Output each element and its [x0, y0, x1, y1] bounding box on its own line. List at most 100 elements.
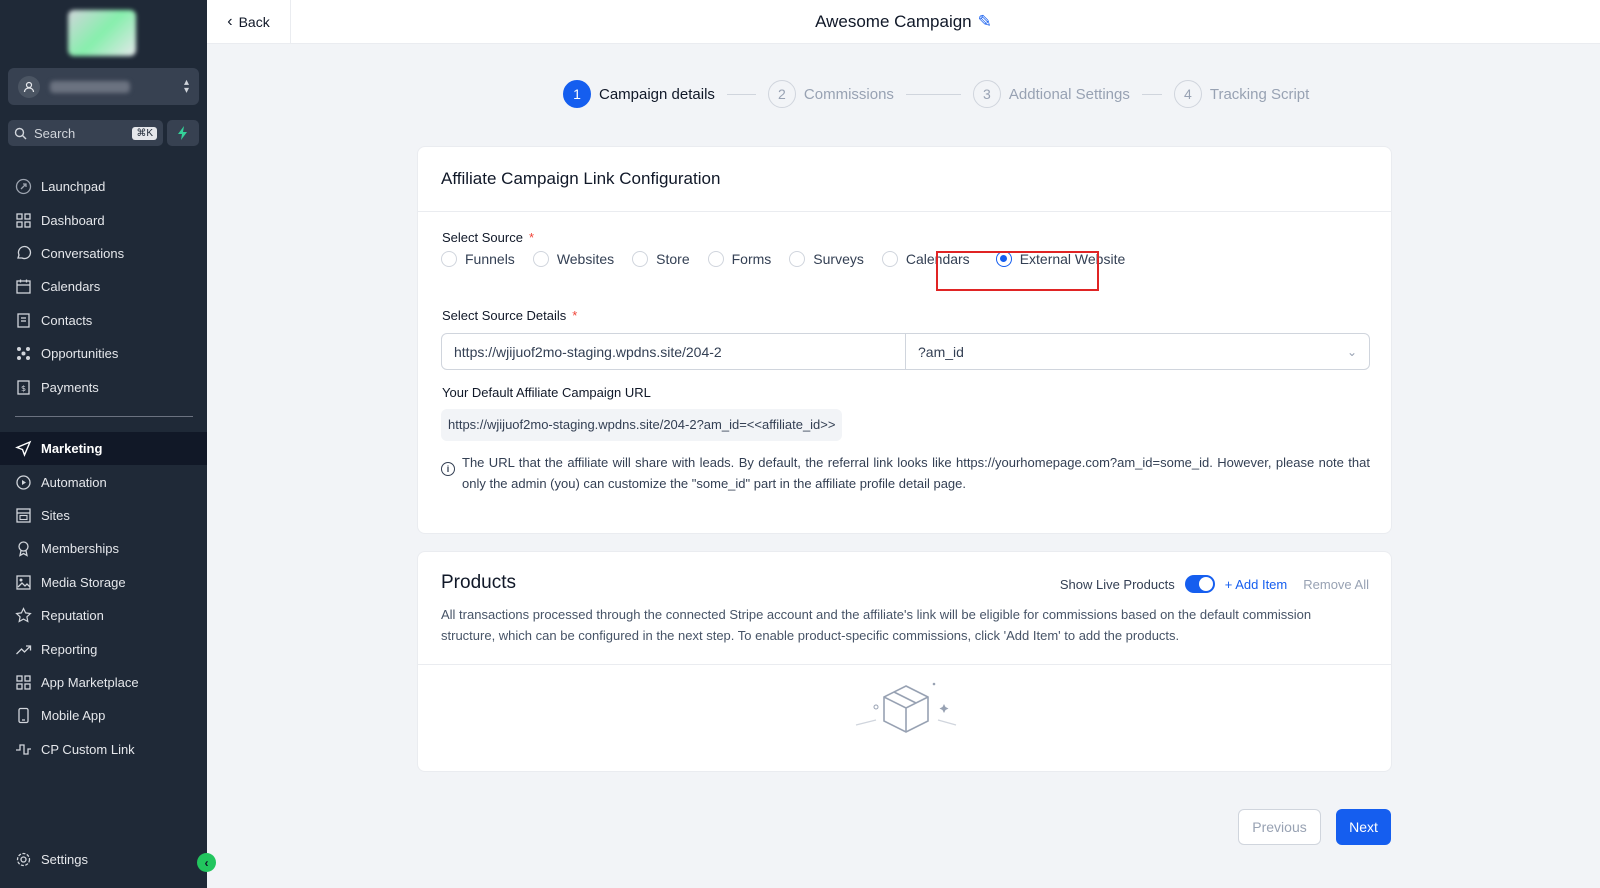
show-live-label: Show Live Products: [1059, 576, 1175, 592]
gear-icon: [16, 853, 31, 867]
campaign-title: Awesome Campaign: [815, 12, 972, 31]
apps-icon: [16, 675, 31, 690]
page-title: Awesome Campaign ✎: [207, 12, 1600, 32]
step-label: Campaign details: [599, 85, 715, 103]
selection-highlight: [936, 251, 1099, 291]
sidebar-item-reporting[interactable]: Reporting: [0, 632, 207, 665]
info-icon: i: [441, 462, 455, 476]
param-select[interactable]: ?am_id ⌄: [906, 334, 1369, 369]
chevron-updown-icon: ▴ ▾: [183, 76, 189, 96]
sidebar-item-launchpad[interactable]: Launchpad: [0, 170, 207, 203]
radio-circle: [441, 251, 457, 267]
sidebar-item-opportunities[interactable]: Opportunities: [0, 337, 207, 370]
products-divider: [418, 664, 1391, 665]
sidebar-item-label: Media Storage: [41, 574, 126, 590]
default-url-label: Your Default Affiliate Campaign URL: [442, 385, 651, 400]
radio-label: Funnels: [465, 251, 515, 267]
remove-all-button[interactable]: Remove All: [1303, 577, 1369, 592]
radio-label: Surveys: [813, 251, 864, 267]
calendar-icon: [16, 279, 31, 295]
sidebar-item-dashboard[interactable]: Dashboard: [0, 203, 207, 236]
products-title: Products: [441, 572, 516, 593]
sidebar-nav-top: Launchpad Dashboard Conversations Calend…: [0, 170, 207, 404]
sidebar-item-reputation[interactable]: Reputation: [0, 599, 207, 632]
sidebar-item-mobile-app[interactable]: Mobile App: [0, 699, 207, 732]
default-campaign-url[interactable]: https://wjijuof2mo-staging.wpdns.site/20…: [441, 409, 843, 441]
sidebar-item-label: Automation: [41, 474, 107, 490]
sidebar-item-label: Reputation: [41, 608, 104, 624]
step-commissions[interactable]: 2 Commissions: [767, 80, 894, 108]
rocket-icon: [15, 179, 32, 195]
chevron-down-icon: ⌄: [1346, 344, 1357, 359]
sidebar-item-media-storage[interactable]: Media Storage: [0, 566, 207, 599]
contacts-icon: [17, 313, 30, 328]
source-url-input[interactable]: https://wjijuof2mo-staging.wpdns.site/20…: [442, 334, 906, 369]
step-campaign-details[interactable]: 1 Campaign details: [563, 80, 715, 108]
radio-store[interactable]: Store: [632, 251, 690, 267]
previous-button[interactable]: Previous: [1238, 809, 1321, 845]
sidebar-item-label: Launchpad: [41, 179, 106, 195]
sidebar-nav-bottom: Marketing Automation Sites Memberships M…: [0, 432, 207, 766]
search-icon: [14, 127, 27, 139]
automation-icon: [16, 474, 31, 490]
add-item-button[interactable]: + Add Item: [1225, 577, 1288, 592]
sidebar-item-label: App Marketplace: [41, 674, 139, 690]
sidebar-item-marketing[interactable]: Marketing: [0, 432, 207, 466]
sidebar-item-cp-custom-link[interactable]: CP Custom Link: [0, 733, 207, 766]
sidebar-item-label: Sites: [41, 507, 70, 523]
sidebar-item-memberships[interactable]: Memberships: [0, 532, 207, 565]
sidebar-item-payments[interactable]: $ Payments: [0, 370, 207, 403]
sidebar-item-conversations[interactable]: Conversations: [0, 237, 207, 270]
next-button[interactable]: Next: [1336, 809, 1391, 845]
account-name: [50, 80, 130, 93]
step-number: 4: [1173, 80, 1202, 108]
radio-surveys[interactable]: Surveys: [789, 251, 864, 267]
step-connector: [905, 93, 961, 95]
search-input[interactable]: Search ⌘K: [8, 120, 163, 146]
search-placeholder: Search: [34, 125, 76, 141]
svg-text:$: $: [21, 384, 26, 393]
search-shortcut: ⌘K: [132, 126, 157, 140]
sidebar-divider: [15, 416, 193, 417]
sidebar-item-label: Memberships: [41, 541, 120, 557]
step-label: Tracking Script: [1209, 85, 1310, 103]
step-additional-settings[interactable]: 3 Addtional Settings: [972, 80, 1130, 108]
step-connector: [726, 93, 756, 95]
sidebar-item-label: Opportunities: [41, 346, 119, 362]
collapse-sidebar-button[interactable]: ‹: [197, 853, 216, 872]
radio-websites[interactable]: Websites: [532, 251, 614, 267]
empty-box-icon: [855, 682, 957, 733]
account-switcher[interactable]: ▴ ▾: [8, 68, 199, 105]
radio-circle: [789, 251, 806, 267]
sidebar-item-settings[interactable]: Settings: [0, 843, 207, 876]
sidebar-item-automation[interactable]: Automation: [0, 465, 207, 498]
step-number: 3: [972, 80, 1001, 108]
radio-circle: [707, 251, 724, 267]
quick-action-button[interactable]: [167, 120, 199, 146]
step-number: 1: [563, 80, 591, 108]
sites-icon: [16, 508, 31, 523]
products-description: All transactions processed through the c…: [441, 607, 1312, 643]
stepper: 1 Campaign details 2 Commissions 3 Addti…: [563, 80, 1309, 108]
link-configuration-card: Affiliate Campaign Link Configuration Se…: [417, 146, 1392, 534]
sidebar-item-label: CP Custom Link: [41, 741, 135, 757]
radio-forms[interactable]: Forms: [707, 251, 771, 267]
radio-funnels[interactable]: Funnels: [441, 251, 515, 267]
sidebar-item-sites[interactable]: Sites: [0, 499, 207, 532]
source-details-text: Select Source Details: [442, 308, 567, 323]
edit-pencil-icon[interactable]: ✎: [978, 12, 992, 31]
trend-icon: [16, 644, 32, 654]
sidebar-item-contacts[interactable]: Contacts: [0, 304, 207, 337]
sidebar-item-label: Settings: [41, 852, 88, 868]
sidebar-nav-footer: Settings: [0, 843, 207, 876]
phone-icon: [18, 708, 29, 724]
required-mark: *: [572, 308, 578, 323]
select-source-text: Select Source: [442, 230, 523, 245]
sidebar-item-app-marketplace[interactable]: App Marketplace: [0, 666, 207, 699]
sidebar-item-label: Conversations: [41, 245, 125, 261]
sidebar-item-label: Mobile App: [41, 708, 106, 724]
company-logo[interactable]: [68, 10, 136, 56]
sidebar-item-calendars[interactable]: Calendars: [0, 270, 207, 303]
step-tracking-script[interactable]: 4 Tracking Script: [1173, 80, 1310, 108]
show-live-toggle[interactable]: [1184, 575, 1215, 593]
